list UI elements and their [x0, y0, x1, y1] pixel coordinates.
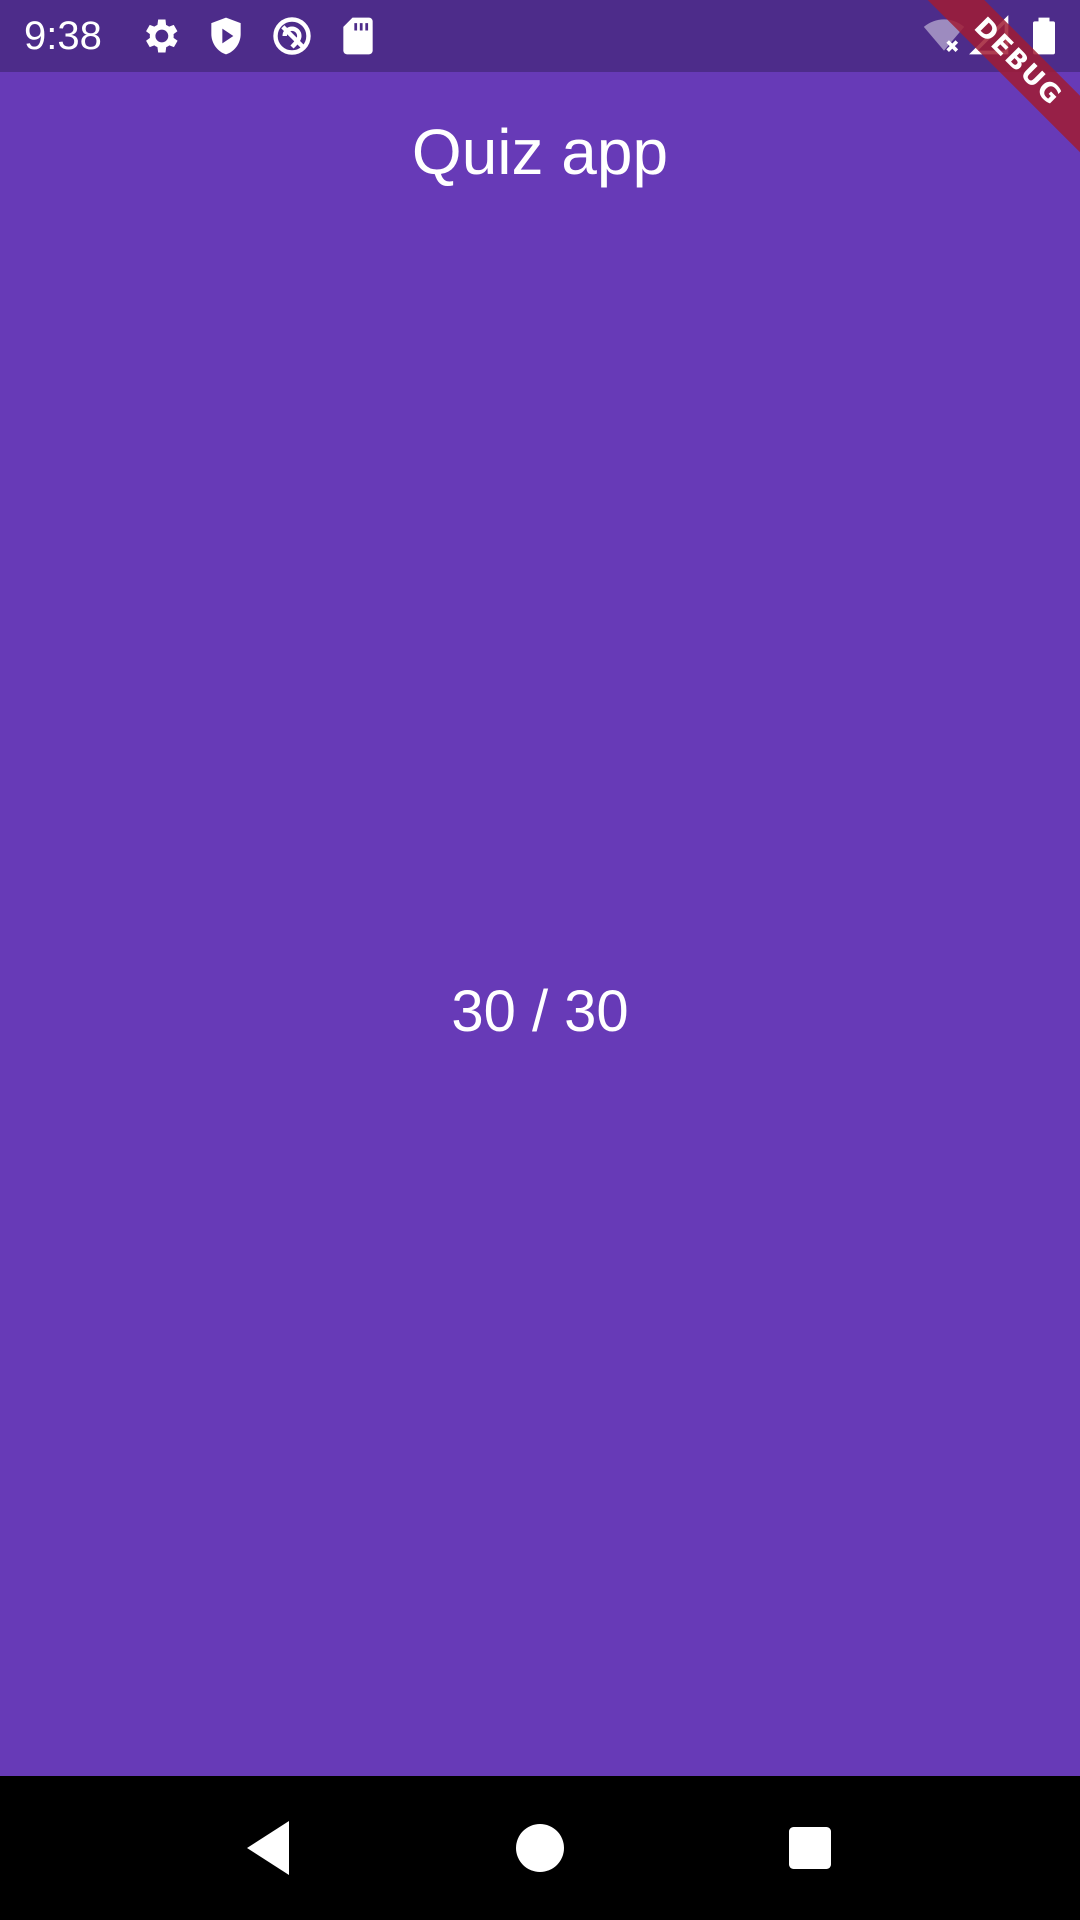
home-icon[interactable] — [504, 1812, 576, 1884]
navigation-bar — [0, 1776, 1080, 1920]
back-icon[interactable] — [232, 1812, 304, 1884]
signal-icon — [968, 14, 1012, 58]
battery-icon — [1022, 14, 1066, 58]
status-time: 9:38 — [24, 14, 102, 58]
recents-icon[interactable] — [774, 1812, 846, 1884]
app-title: Quiz app — [411, 116, 669, 188]
quiz-result-area: 30 / 30 — [0, 240, 1080, 1776]
no-location-icon — [270, 14, 314, 58]
gear-icon — [138, 14, 182, 58]
app-screen: 9:38 Quiz app 30 / 30 DEBUG — [0, 0, 1080, 1920]
play-shield-icon — [204, 14, 248, 58]
wifi-off-icon — [922, 14, 966, 58]
status-bar: 9:38 — [0, 0, 1080, 72]
app-bar: Quiz app — [0, 72, 1080, 240]
sd-card-icon — [336, 14, 380, 58]
score-text: 30 / 30 — [451, 979, 629, 1044]
